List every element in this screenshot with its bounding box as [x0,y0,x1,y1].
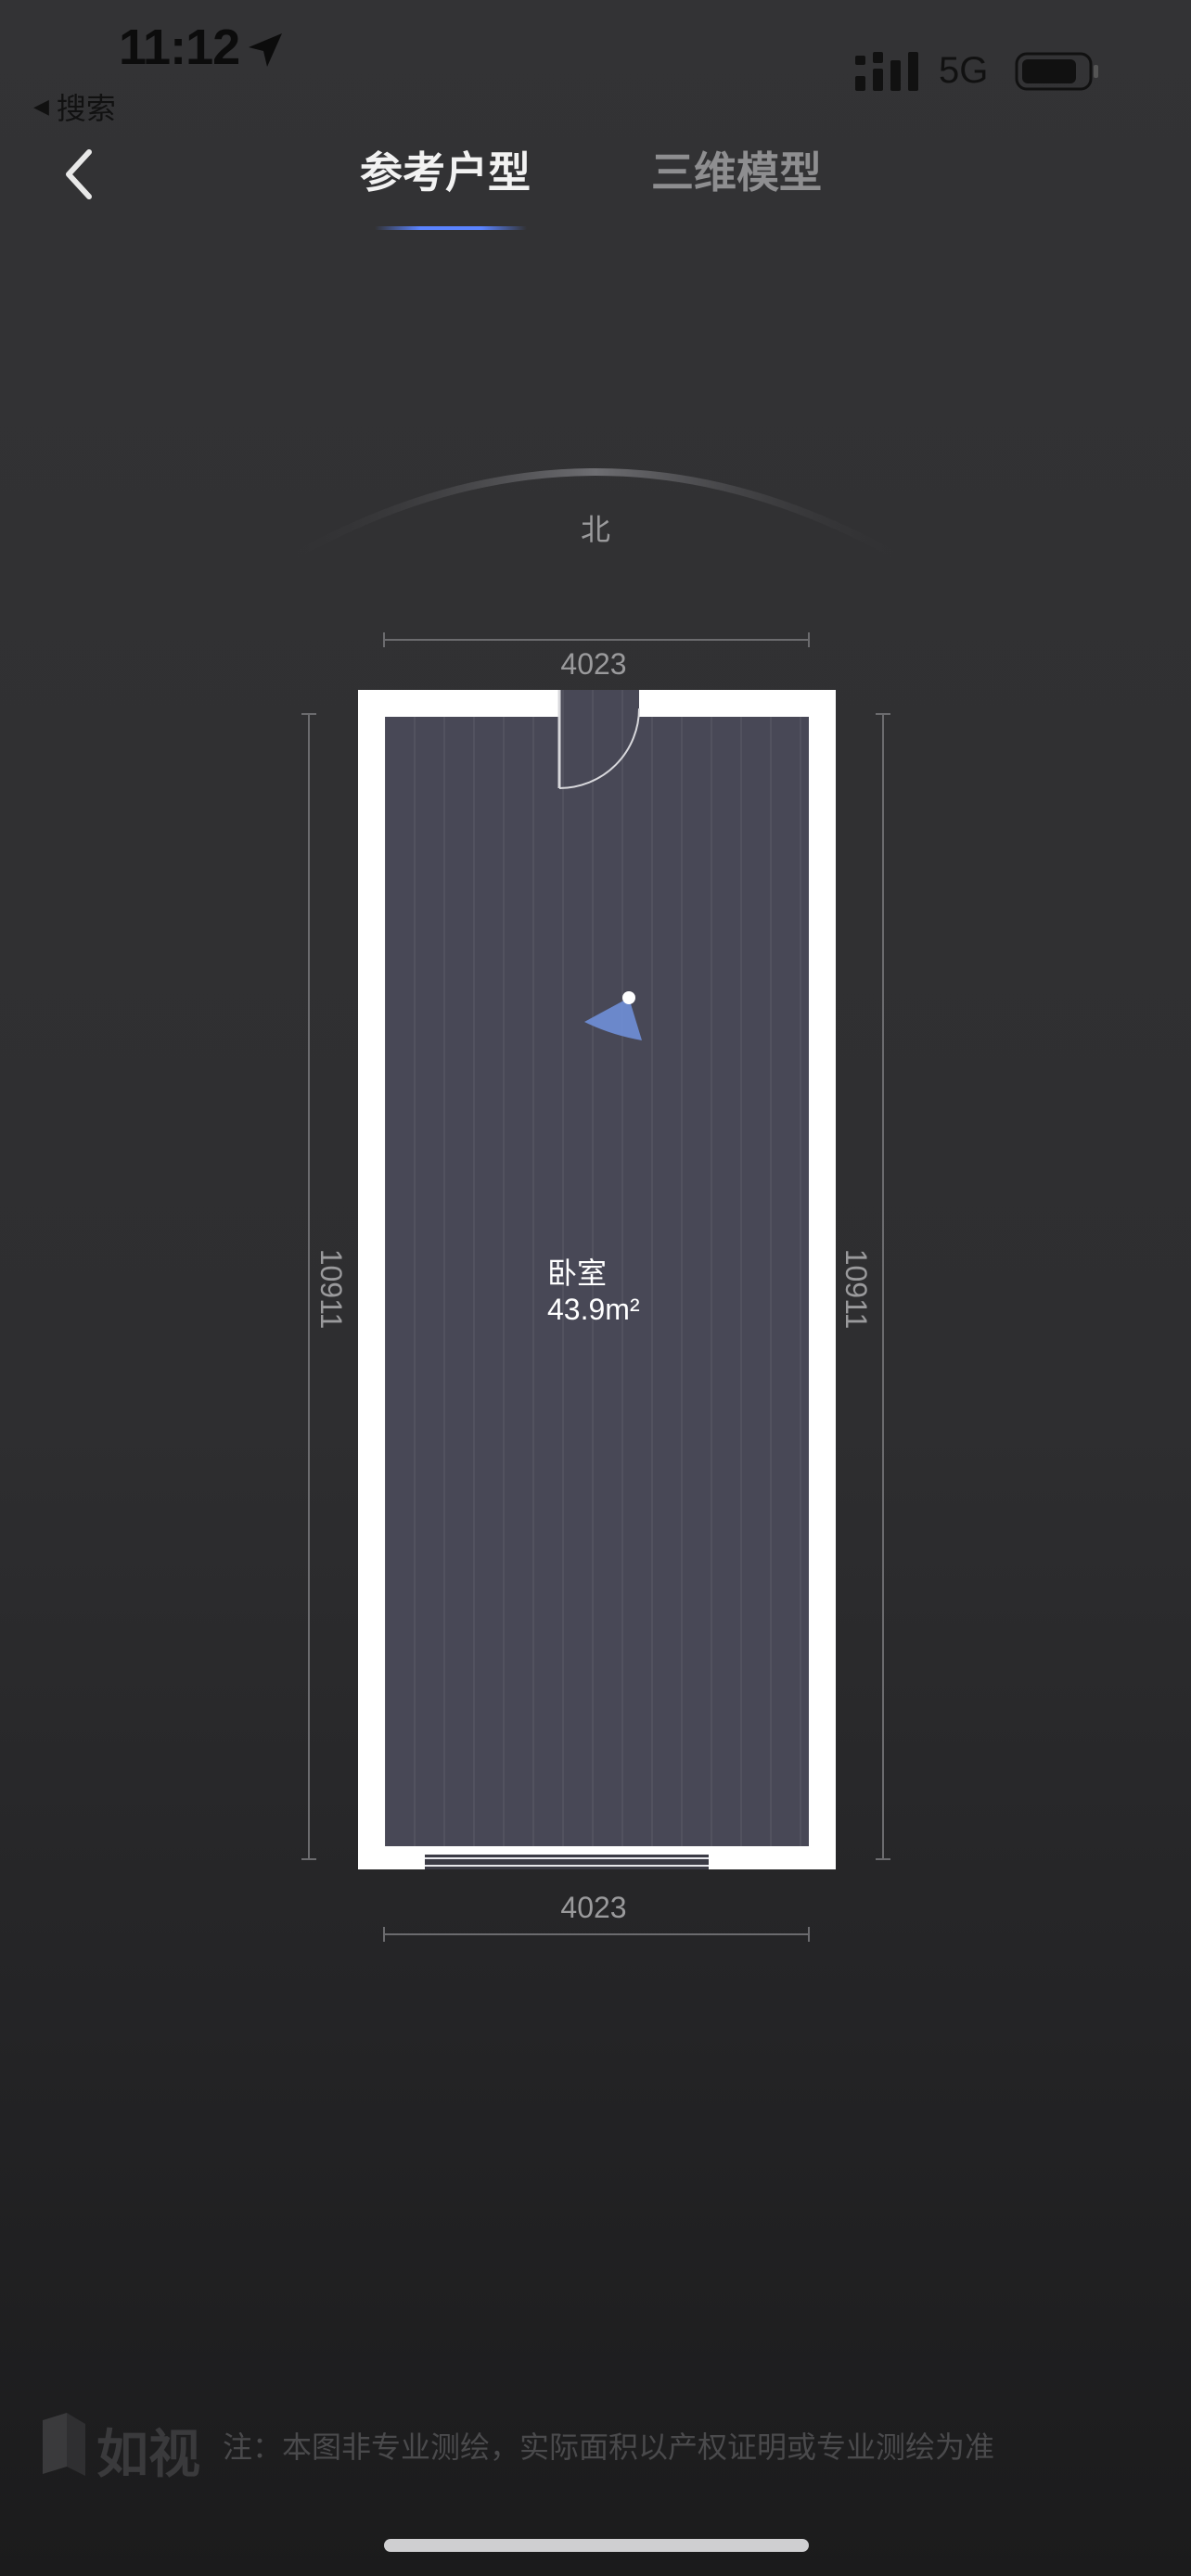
back-to-app-link[interactable]: ◀ 搜索 [33,85,116,128]
back-to-app-label: 搜索 [56,91,116,126]
network-type: 5G [939,50,989,91]
tab-3d-model[interactable]: 三维模型 [651,139,822,200]
brand-name: 如视 [96,2425,200,2485]
dimension-left-label: 10911 [314,1249,348,1330]
location-arrow-icon [249,33,282,67]
window-icon [425,1855,709,1869]
home-indicator[interactable] [384,2539,809,2552]
disclaimer-text: 注：本图非专业测绘，实际面积以产权证明或专业测绘为准 [223,2429,995,2465]
status-time: 11:12 [119,19,240,75]
room-area-label: 43.9m² [547,1293,640,1326]
back-triangle-icon: ◀ [33,95,49,119]
brand-logo-icon [43,2413,85,2476]
dimension-top-label: 4023 [560,647,626,681]
dimension-right-label: 10911 [839,1249,873,1330]
dimension-bottom-label: 4023 [560,1891,626,1924]
battery-icon [1015,52,1098,91]
dimension-line-right [876,713,890,1860]
dimension-line-bottom [383,1927,810,1942]
dimension-line-left [301,713,316,1860]
active-tab-indicator [375,226,527,230]
signal-icon [855,52,918,91]
dimension-line-top [383,632,810,647]
tab-reference-layout[interactable]: 参考户型 [360,139,531,200]
door-opening [559,690,639,717]
compass-north-label: 北 [580,512,610,547]
back-chevron-icon[interactable] [54,145,109,204]
room-name-label: 卧室 [547,1256,608,1291]
